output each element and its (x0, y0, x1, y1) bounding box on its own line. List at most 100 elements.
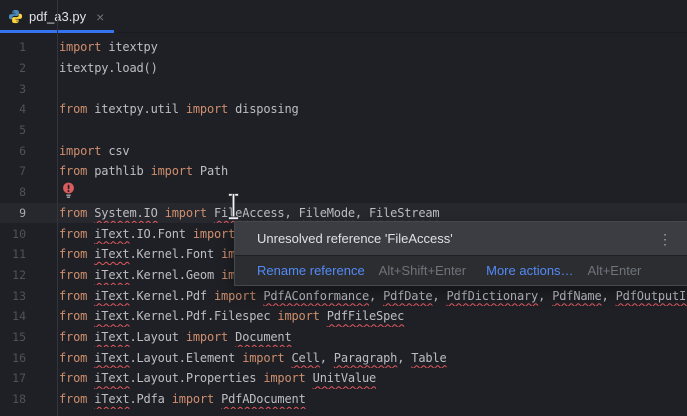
code-token: .Kernel.Font (129, 247, 221, 261)
unresolved-token: PdfOutputInt (616, 289, 687, 303)
code-token: .Kernel.Geom (129, 268, 221, 282)
unresolved-token: iText (94, 289, 129, 303)
unresolved-token: PdfADocument (221, 392, 306, 406)
line-number: 14 (0, 309, 26, 323)
code-token (284, 351, 291, 365)
code-text: import itextpy (59, 40, 158, 54)
keyword-token: from (59, 371, 87, 385)
code-token: disposing (228, 102, 298, 116)
code-token: .Kernel.Pdf.Filespec (129, 309, 277, 323)
unresolved-token: iText (94, 371, 129, 385)
code-token: pathlib (87, 164, 150, 178)
code-line[interactable]: 15from iText.Layout import Document (0, 327, 687, 348)
ide-editor-window: pdf_a3.py × 1import itextpy2itextpy.load… (0, 0, 687, 416)
code-token (320, 309, 327, 323)
rename-reference-shortcut: Alt+Shift+Enter (379, 263, 466, 278)
gutter-separator (57, 0, 58, 416)
keyword-token: from (59, 206, 87, 220)
keyword-token: import (151, 164, 193, 178)
keyword-token: import (263, 371, 305, 385)
error-bulb-icon[interactable] (62, 182, 75, 199)
line-number: 5 (0, 123, 26, 137)
code-line[interactable]: 6 import csv (0, 140, 687, 161)
code-text: import csv (59, 144, 129, 158)
code-token: , (320, 351, 334, 365)
kebab-menu-icon[interactable]: ⋮ (654, 230, 676, 248)
code-line[interactable]: 1import itextpy (0, 37, 687, 58)
line-number: 7 (0, 164, 26, 178)
line-number: 4 (0, 102, 26, 116)
code-token: csv (101, 144, 129, 158)
more-actions-link[interactable]: More actions… (486, 263, 573, 278)
code-line[interactable]: 16from iText.Layout.Element import Cell,… (0, 347, 687, 368)
code-token: , (397, 351, 411, 365)
line-number: 6 (0, 144, 26, 158)
code-text: from iText.Layout.Properties import Unit… (59, 371, 376, 385)
keyword-token: from (59, 330, 87, 344)
unresolved-token: PdfDate (383, 289, 432, 303)
line-number: 2 (0, 61, 26, 75)
rename-reference-link[interactable]: Rename reference (257, 263, 365, 278)
unresolved-token: FileAccess (214, 206, 284, 220)
unresolved-token: iText (94, 330, 129, 344)
code-token: .Kernel.Pdf (129, 289, 214, 303)
line-number: 12 (0, 268, 26, 282)
line-number: 8 (0, 185, 26, 199)
code-token: .IO.Font (129, 227, 192, 241)
code-token: .Layout (129, 330, 185, 344)
keyword-token: from (59, 268, 87, 282)
line-number: 17 (0, 371, 26, 385)
code-text: from iText.IO.Font import (59, 227, 235, 241)
code-line[interactable]: 14 from iText.Kernel.Pdf.Filespec import … (0, 306, 687, 327)
code-text: from iText.Layout import Document (59, 330, 292, 344)
code-line[interactable]: 4from itextpy.util import disposing (0, 99, 687, 120)
keyword-token: from (59, 351, 87, 365)
code-line[interactable]: 2itextpy.load() (0, 58, 687, 79)
code-token (158, 206, 165, 220)
code-token: .Layout.Properties (129, 371, 263, 385)
unresolved-token: Paragraph (334, 351, 397, 365)
code-text: from System.IO import FileAccess, FileMo… (59, 206, 439, 220)
keyword-token: import (277, 309, 319, 323)
unresolved-token: PdfName (552, 289, 601, 303)
code-line[interactable]: 13 from iText.Kernel.Pdf import PdfAConfo… (0, 285, 687, 306)
line-number: 9 (0, 206, 26, 220)
unresolved-token: Document (235, 330, 291, 344)
code-text: from iText.Pdfa import PdfADocument (59, 392, 306, 406)
code-token: , (284, 206, 298, 220)
unresolved-token: PdfFileSpec (327, 309, 405, 323)
error-popup-header: Unresolved reference 'FileAccess' ⋮ (235, 222, 687, 256)
error-message: Unresolved reference 'FileAccess' (257, 231, 453, 246)
code-line[interactable]: 8 (0, 182, 687, 203)
unresolved-token: iText (94, 392, 129, 406)
unresolved-token: System.IO (94, 206, 157, 220)
error-popup-actions: Rename reference Alt+Shift+Enter More ac… (235, 256, 687, 285)
code-line[interactable]: 17 from iText.Layout.Properties import Un… (0, 368, 687, 389)
code-line[interactable]: 3 (0, 78, 687, 99)
unresolved-token: PdfAConformance (263, 289, 369, 303)
keyword-token: from (59, 247, 87, 261)
tab-close-icon[interactable]: × (95, 10, 105, 24)
code-token: itextpy (101, 40, 157, 54)
unresolved-token: iText (94, 227, 129, 241)
code-token: .Layout.Element (129, 351, 242, 365)
code-token (306, 371, 313, 385)
keyword-token: import (172, 392, 214, 406)
code-token (207, 206, 214, 220)
code-line[interactable]: 5 (0, 120, 687, 141)
code-line[interactable]: 7from pathlib import Path (0, 161, 687, 182)
code-text: from iText.Kernel.Pdf import PdfAConform… (59, 289, 687, 303)
code-token: itextpy.util (87, 102, 186, 116)
code-line[interactable]: 18from iText.Pdfa import PdfADocument (0, 389, 687, 410)
keyword-token: from (59, 227, 87, 241)
code-text: from iText.Kernel.Pdf.Filespec import Pd… (59, 309, 404, 323)
line-number: 13 (0, 289, 26, 303)
code-text (59, 182, 75, 202)
unresolved-token: iText (94, 268, 129, 282)
unresolved-token: Table (411, 351, 446, 365)
unresolved-token: PdfDictionary (447, 289, 539, 303)
code-token: , (369, 289, 383, 303)
keyword-token: import (186, 330, 228, 344)
error-popup: Unresolved reference 'FileAccess' ⋮ Rena… (234, 221, 687, 286)
line-number: 16 (0, 351, 26, 365)
